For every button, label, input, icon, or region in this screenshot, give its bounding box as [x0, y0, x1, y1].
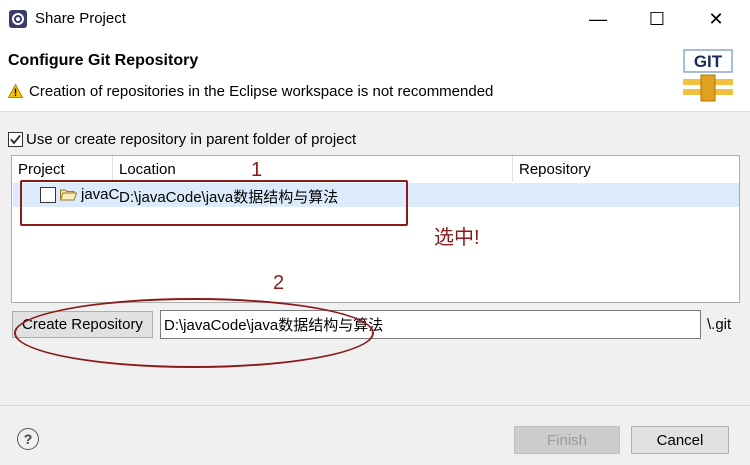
annotation-label-2: 2: [273, 272, 285, 294]
project-table[interactable]: Project Location Repository javaCode D:\…: [11, 155, 740, 303]
annotation-box-1: [20, 180, 408, 226]
column-header-project[interactable]: Project: [12, 156, 113, 182]
annotation-ellipse-2: [14, 298, 374, 368]
maximize-button[interactable]: ☐: [637, 2, 677, 36]
cancel-button[interactable]: Cancel: [631, 426, 729, 454]
warning-icon: [8, 84, 23, 98]
git-suffix-label: \.git: [707, 316, 732, 333]
git-logo-text: GIT: [694, 52, 723, 71]
column-header-location[interactable]: Location: [113, 156, 513, 182]
window-title: Share Project: [35, 10, 126, 27]
column-header-repository[interactable]: Repository: [513, 156, 739, 182]
page-title: Configure Git Repository: [8, 52, 199, 69]
finish-button[interactable]: Finish: [514, 426, 620, 454]
parent-folder-checkbox[interactable]: [8, 132, 23, 147]
annotation-label-1: 1: [251, 159, 263, 181]
eclipse-app-icon: [9, 10, 27, 28]
parent-folder-label: Use or create repository in parent folde…: [26, 131, 357, 148]
warning-message: Creation of repositories in the Eclipse …: [29, 83, 494, 100]
help-icon[interactable]: ?: [17, 428, 39, 450]
git-logo-icon: GIT: [683, 49, 733, 102]
annotation-note: 选中!: [434, 227, 480, 249]
minimize-button[interactable]: —: [578, 2, 618, 36]
title-bar: Share Project — ☐ ✕: [0, 0, 750, 38]
footer-divider: [0, 405, 750, 406]
close-button[interactable]: ✕: [696, 2, 736, 36]
wizard-header: Configure Git Repository Creation of rep…: [0, 38, 750, 112]
checkmark-icon: [10, 134, 21, 145]
